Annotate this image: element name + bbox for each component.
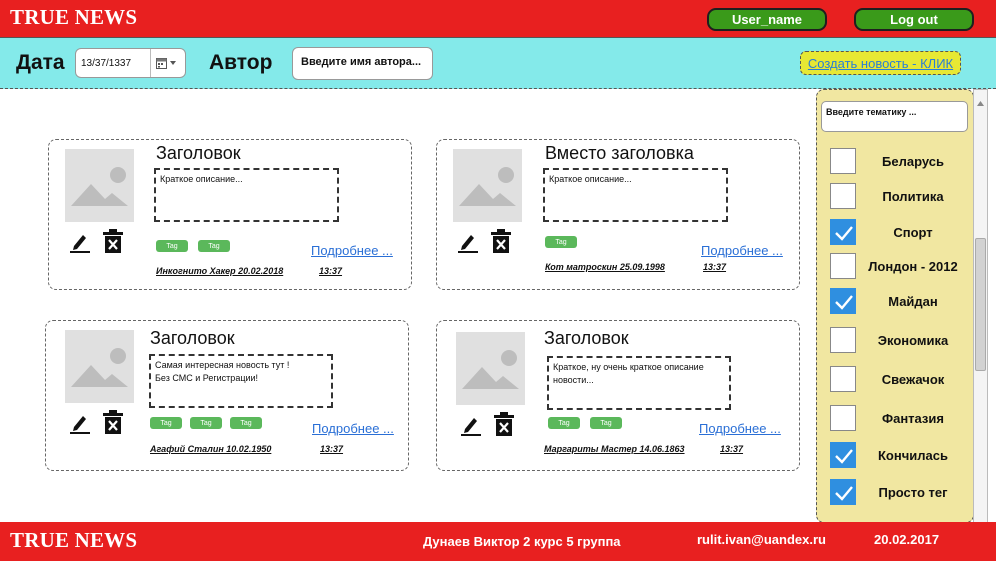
date-picker[interactable]: 13/37/1337 bbox=[75, 48, 186, 78]
create-news-link[interactable]: Создать новость - КЛИК bbox=[808, 56, 953, 71]
card-description: Краткое описание... bbox=[154, 168, 339, 222]
topic-label[interactable]: Беларусь bbox=[859, 154, 967, 169]
news-card[interactable]: Заголовок Краткое описание... Tag Tag Подроб… bbox=[48, 139, 412, 290]
author-date: Маргариты Мастер 14.06.1863 bbox=[544, 444, 685, 454]
card-title[interactable]: Заголовок bbox=[150, 328, 235, 349]
tag-badge[interactable]: Tag bbox=[545, 236, 577, 248]
tag-badge[interactable]: Tag bbox=[590, 417, 622, 429]
topic-label[interactable]: Майдан bbox=[859, 294, 967, 309]
topic-checkbox[interactable] bbox=[830, 442, 856, 468]
post-time: 13:37 bbox=[703, 262, 727, 272]
date-label: Дата bbox=[16, 51, 65, 74]
topic-checkbox[interactable] bbox=[830, 183, 856, 209]
logout-button[interactable]: Log out bbox=[854, 8, 974, 31]
card-title[interactable]: Заголовок bbox=[544, 328, 629, 349]
image-placeholder-icon bbox=[65, 149, 134, 222]
topic-checkbox[interactable] bbox=[830, 366, 856, 392]
description-line: Краткое, ну очень краткое описание bbox=[553, 362, 704, 372]
tag-badge[interactable]: Tag bbox=[230, 417, 262, 429]
date-value: 13/37/1337 bbox=[81, 58, 132, 69]
card-description: Краткое, ну очень краткое описание новост… bbox=[547, 356, 731, 410]
edit-icon[interactable] bbox=[461, 414, 481, 441]
edit-icon[interactable] bbox=[70, 412, 90, 439]
image-placeholder-icon bbox=[453, 149, 522, 222]
calendar-icon[interactable] bbox=[156, 57, 178, 72]
post-time: 13:37 bbox=[319, 266, 343, 276]
tag-badge[interactable]: Tag bbox=[150, 417, 182, 429]
tag-badge[interactable]: Tag bbox=[548, 417, 580, 429]
topic-checkbox[interactable] bbox=[830, 253, 856, 279]
card-title[interactable]: Заголовок bbox=[156, 143, 241, 164]
topic-label[interactable]: Свежачок bbox=[859, 372, 967, 387]
create-news-link-box[interactable]: Создать новость - КЛИК bbox=[800, 51, 961, 75]
tag-badge[interactable]: Tag bbox=[198, 240, 230, 252]
edit-icon[interactable] bbox=[70, 231, 90, 258]
delete-icon[interactable] bbox=[491, 229, 511, 258]
card-title[interactable]: Вместо заголовка bbox=[545, 143, 694, 164]
image-placeholder-icon bbox=[456, 332, 525, 405]
description-line: Краткое описание... bbox=[160, 174, 243, 184]
topic-checkbox[interactable] bbox=[830, 327, 856, 353]
read-more-link[interactable]: Подробнее ... bbox=[701, 243, 783, 258]
topic-checkbox[interactable] bbox=[830, 479, 856, 505]
topic-label[interactable]: Экономика bbox=[859, 333, 967, 348]
user-button[interactable]: User_name bbox=[707, 8, 827, 31]
filter-bar: Дата 13/37/1337 Автор Введите имя автора… bbox=[0, 37, 996, 89]
description-line: Самая интересная новость тут ! bbox=[155, 360, 290, 370]
topic-label[interactable]: Фантазия bbox=[859, 411, 967, 426]
image-placeholder-icon bbox=[65, 330, 134, 403]
sidebar-scrollbar[interactable] bbox=[973, 89, 988, 527]
delete-icon[interactable] bbox=[494, 412, 514, 441]
read-more-link[interactable]: Подробнее ... bbox=[312, 421, 394, 436]
description-line: Краткое описание... bbox=[549, 174, 632, 184]
description-line: новости... bbox=[553, 375, 594, 385]
delete-icon[interactable] bbox=[103, 410, 123, 439]
card-description: Краткое описание... bbox=[543, 168, 728, 222]
author-label: Автор bbox=[209, 51, 273, 74]
delete-icon[interactable] bbox=[103, 229, 123, 258]
description-line: Без СМС и Регистрации! bbox=[155, 373, 259, 383]
news-card[interactable]: Заголовок Самая интересная новость тут ! Б… bbox=[45, 320, 409, 471]
topic-label[interactable]: Просто тег bbox=[859, 485, 967, 500]
footer-logo[interactable]: TRUE NEWS bbox=[10, 528, 137, 553]
card-description: Самая интересная новость тут ! Без СМС и … bbox=[149, 354, 333, 408]
read-more-link[interactable]: Подробнее ... bbox=[699, 421, 781, 436]
topic-label[interactable]: Лондон - 2012 bbox=[859, 259, 967, 274]
edit-icon[interactable] bbox=[458, 231, 478, 258]
tag-badge[interactable]: Tag bbox=[156, 240, 188, 252]
topic-sidebar: Введите тематику ... Беларусь Политика Спо… bbox=[816, 89, 974, 523]
topic-checkbox[interactable] bbox=[830, 405, 856, 431]
author-date: Агафий Сталин 10.02.1950 bbox=[150, 444, 272, 454]
topic-checkbox[interactable] bbox=[830, 148, 856, 174]
author-date: Кот матроскин 25.09.1998 bbox=[545, 262, 665, 272]
scroll-up-icon[interactable] bbox=[977, 93, 984, 111]
footer-email: rulit.ivan@uandex.ru bbox=[697, 532, 826, 547]
news-card[interactable]: Заголовок Краткое, ну очень краткое описа… bbox=[436, 320, 800, 471]
post-time: 13:37 bbox=[720, 444, 744, 454]
footer-author: Дунаев Виктор 2 курс 5 группа bbox=[423, 534, 621, 549]
topic-label[interactable]: Политика bbox=[859, 189, 967, 204]
topic-checkbox[interactable] bbox=[830, 219, 856, 245]
news-card[interactable]: Вместо заголовка Краткое описание... Tag По… bbox=[436, 139, 800, 290]
post-time: 13:37 bbox=[320, 444, 344, 454]
topic-input[interactable]: Введите тематику ... bbox=[821, 101, 968, 132]
read-more-link[interactable]: Подробнее ... bbox=[311, 243, 393, 258]
header-bar: TRUE NEWS User_name Log out bbox=[0, 0, 996, 37]
logo[interactable]: TRUE NEWS bbox=[10, 5, 137, 30]
footer-date: 20.02.2017 bbox=[874, 532, 940, 547]
footer-bar: TRUE NEWS Дунаев Виктор 2 курс 5 группа … bbox=[0, 522, 996, 561]
topic-label[interactable]: Кончилась bbox=[859, 448, 967, 463]
tag-badge[interactable]: Tag bbox=[190, 417, 222, 429]
scroll-thumb[interactable] bbox=[975, 238, 986, 371]
author-date: Инкогнито Хакер 20.02.2018 bbox=[156, 266, 284, 276]
author-input[interactable]: Введите имя автора... bbox=[292, 47, 433, 80]
topic-checkbox[interactable] bbox=[830, 288, 856, 314]
topic-label[interactable]: Спорт bbox=[859, 225, 967, 240]
